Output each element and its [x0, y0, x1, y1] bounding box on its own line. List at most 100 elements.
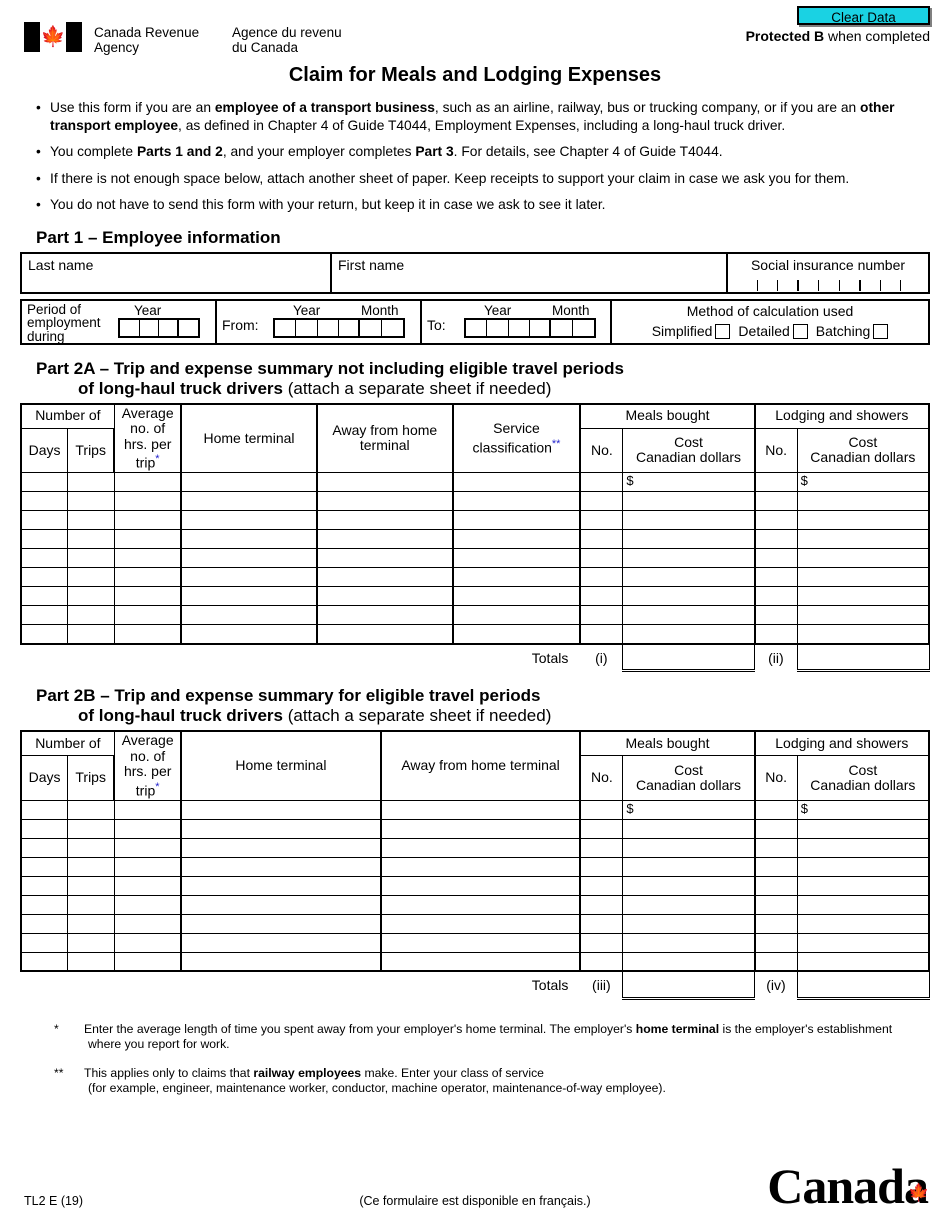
table-cell[interactable] [67, 548, 115, 569]
sin-digit-box[interactable] [901, 280, 920, 291]
sin-digit-box[interactable] [758, 279, 779, 291]
table-cell[interactable] [579, 529, 624, 550]
table-cell[interactable] [180, 624, 318, 645]
table-cell[interactable] [754, 586, 798, 607]
table-cell[interactable] [579, 605, 624, 626]
table-cell[interactable] [180, 799, 382, 820]
date-digit-box[interactable] [296, 319, 318, 336]
table-cell[interactable] [113, 818, 183, 839]
table-cell[interactable] [754, 856, 798, 877]
table-cell[interactable] [113, 548, 183, 569]
table-cell[interactable] [67, 605, 115, 626]
table-cell[interactable] [113, 529, 183, 550]
table-cell[interactable] [380, 799, 582, 820]
method-option-detailed[interactable]: Detailed [738, 323, 808, 339]
table-cell[interactable] [622, 894, 756, 915]
table-cell[interactable] [20, 894, 69, 915]
table-cell[interactable] [113, 472, 183, 493]
table-cell[interactable] [622, 818, 756, 839]
table-cell[interactable] [113, 856, 183, 877]
table-cell[interactable] [579, 894, 624, 915]
table-cell[interactable] [754, 913, 798, 934]
table-cell[interactable] [452, 491, 582, 512]
table-cell[interactable]: $ [796, 472, 930, 493]
table-cell[interactable] [754, 510, 798, 531]
table-cell[interactable] [796, 894, 930, 915]
table-cell[interactable] [754, 875, 798, 896]
table-cell[interactable] [622, 510, 756, 531]
checkbox-batching[interactable] [873, 323, 889, 339]
last-name-field[interactable]: Last name [22, 253, 332, 292]
table-cell[interactable] [113, 951, 183, 973]
table-cell[interactable] [113, 913, 183, 934]
table-cell[interactable] [796, 624, 930, 645]
table-cell[interactable] [380, 932, 582, 953]
table-cell[interactable] [579, 875, 624, 896]
table-cell[interactable] [67, 799, 115, 820]
table-cell[interactable] [796, 875, 930, 896]
table-cell[interactable] [20, 472, 69, 493]
table-cell[interactable] [579, 624, 624, 645]
table-cell[interactable] [796, 951, 930, 973]
date-digit-box[interactable] [339, 319, 361, 336]
first-name-field[interactable]: First name [332, 253, 728, 292]
table-cell[interactable] [452, 510, 582, 531]
table-cell[interactable] [380, 951, 582, 973]
table-cell[interactable] [316, 605, 454, 626]
table-cell[interactable] [180, 951, 382, 973]
period-year-input[interactable] [118, 317, 200, 338]
table-cell[interactable] [113, 567, 183, 588]
table-cell[interactable] [579, 567, 624, 588]
table-cell[interactable] [579, 837, 624, 858]
total-lodging-value[interactable] [796, 643, 930, 673]
table-cell[interactable] [452, 548, 582, 569]
table-cell[interactable] [796, 856, 930, 877]
table-cell[interactable] [579, 818, 624, 839]
table-cell[interactable] [316, 529, 454, 550]
table-cell[interactable] [20, 856, 69, 877]
table-cell[interactable] [579, 951, 624, 973]
table-cell[interactable] [67, 529, 115, 550]
table-cell[interactable] [113, 894, 183, 915]
table-cell[interactable] [180, 472, 318, 493]
table-cell[interactable] [113, 510, 183, 531]
table-cell[interactable] [180, 605, 318, 626]
table-cell[interactable] [67, 818, 115, 839]
table-cell[interactable] [622, 529, 756, 550]
table-cell[interactable] [20, 548, 69, 569]
table-cell[interactable] [579, 913, 624, 934]
checkbox-simplified[interactable] [715, 323, 731, 339]
table-cell[interactable] [316, 472, 454, 493]
table-cell[interactable] [67, 856, 115, 877]
table-cell[interactable] [754, 818, 798, 839]
table-cell[interactable] [67, 951, 115, 973]
total-lodging-value[interactable] [796, 971, 930, 1000]
checkbox-detailed[interactable] [792, 323, 808, 339]
table-cell[interactable] [452, 605, 582, 626]
table-cell[interactable] [67, 875, 115, 896]
from-date-input[interactable] [273, 317, 405, 338]
table-cell[interactable] [180, 932, 382, 953]
table-cell[interactable] [380, 875, 582, 896]
table-cell[interactable] [180, 856, 382, 877]
table-cell[interactable] [67, 932, 115, 953]
table-cell[interactable] [622, 932, 756, 953]
date-digit-box[interactable] [509, 319, 530, 336]
date-digit-box[interactable] [382, 320, 403, 336]
table-cell[interactable] [452, 567, 582, 588]
table-cell[interactable] [20, 491, 69, 512]
sin-field[interactable]: Social insurance number [728, 254, 928, 292]
date-digit-box[interactable] [140, 319, 159, 336]
table-cell[interactable] [754, 529, 798, 550]
table-cell[interactable] [113, 799, 183, 820]
sin-digit-box[interactable] [881, 279, 901, 291]
table-cell[interactable] [180, 586, 318, 607]
table-cell[interactable] [380, 837, 582, 858]
table-cell[interactable] [113, 605, 183, 626]
table-cell[interactable] [579, 472, 624, 493]
sin-boxes[interactable] [738, 279, 920, 291]
table-cell[interactable] [380, 894, 582, 915]
table-cell[interactable] [622, 624, 756, 645]
table-cell[interactable] [316, 624, 454, 645]
sin-digit-box[interactable] [861, 279, 881, 291]
